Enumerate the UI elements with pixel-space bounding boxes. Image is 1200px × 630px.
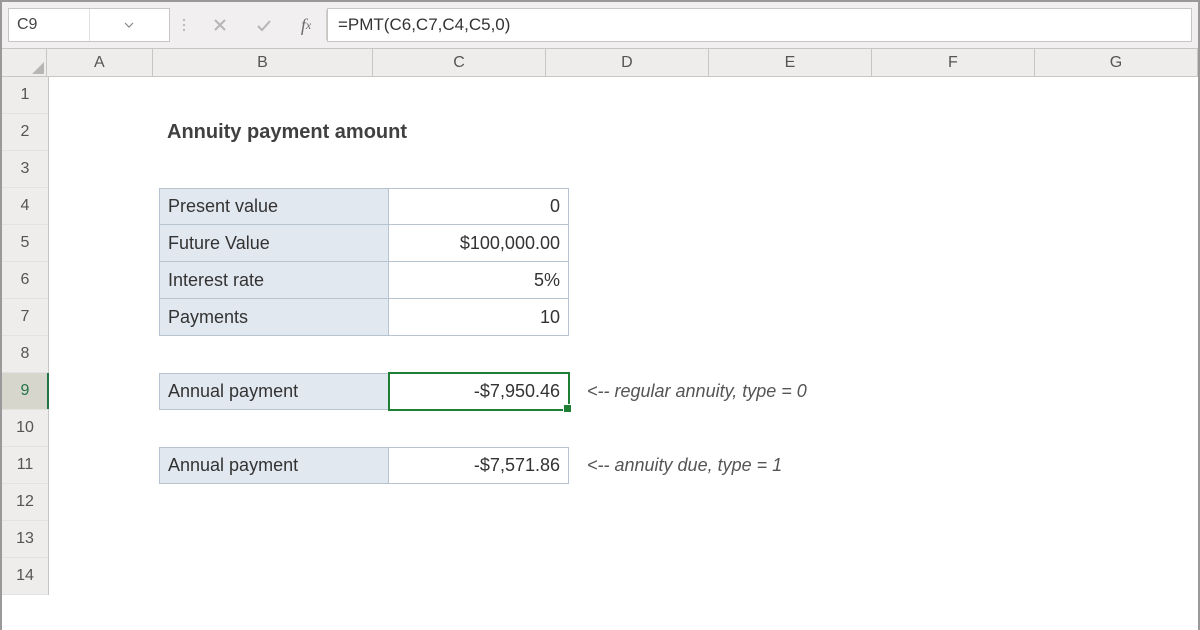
row-header-14[interactable]: 14 — [2, 558, 48, 595]
app-root: { "nameBox": "C9", "formula": "=PMT(C6,C… — [0, 0, 1200, 630]
formula-bar: C9 fx =PMT(C6,C7,C4,C5,0) — [2, 2, 1198, 49]
col-header-E[interactable]: E — [709, 49, 872, 76]
cell-b4[interactable]: Present value — [159, 188, 389, 225]
row-header-2[interactable]: 2 — [2, 114, 48, 151]
cell-b5[interactable]: Future Value — [159, 225, 389, 262]
cell-b9[interactable]: Annual payment — [159, 373, 389, 410]
row-header-4[interactable]: 4 — [2, 188, 48, 225]
name-box[interactable]: C9 — [8, 8, 170, 42]
col-header-A[interactable]: A — [47, 49, 153, 76]
cell-c5[interactable]: $100,000.00 — [389, 225, 569, 262]
cell-c6[interactable]: 5% — [389, 262, 569, 299]
cell-b7[interactable]: Payments — [159, 299, 389, 336]
col-header-F[interactable]: F — [872, 49, 1035, 76]
row-header-11[interactable]: 11 — [2, 447, 48, 484]
cell-c9[interactable]: -$7,950.46 — [389, 373, 569, 410]
cell-b6[interactable]: Interest rate — [159, 262, 389, 299]
enter-icon[interactable] — [242, 2, 286, 48]
select-all-corner[interactable] — [2, 49, 47, 76]
cell-title[interactable]: Annuity payment amount — [159, 114, 569, 151]
row-header-13[interactable]: 13 — [2, 521, 48, 558]
row-header-5[interactable]: 5 — [2, 225, 48, 262]
cell-d9-note[interactable]: <-- regular annuity, type = 0 — [579, 373, 919, 410]
col-header-D[interactable]: D — [546, 49, 709, 76]
name-box-dropdown[interactable] — [89, 9, 170, 41]
column-headers: A B C D E F G — [2, 49, 1198, 77]
col-header-G[interactable]: G — [1035, 49, 1198, 76]
name-box-text: C9 — [9, 16, 89, 34]
col-header-C[interactable]: C — [373, 49, 546, 76]
row-header-1[interactable]: 1 — [2, 77, 48, 114]
row-header-9[interactable]: 9 — [2, 373, 48, 410]
row-header-8[interactable]: 8 — [2, 336, 48, 373]
cell-d11-note[interactable]: <-- annuity due, type = 1 — [579, 447, 919, 484]
cells-layer: Annuity payment amount Present value 0 F… — [49, 77, 1198, 630]
row-headers: 1 2 3 4 5 6 7 8 9 10 11 12 13 14 — [2, 77, 49, 595]
formula-input[interactable]: =PMT(C6,C7,C4,C5,0) — [327, 8, 1192, 42]
cell-c4[interactable]: 0 — [389, 188, 569, 225]
cell-c7[interactable]: 10 — [389, 299, 569, 336]
formula-bar-buttons: fx — [198, 2, 326, 48]
cell-b11[interactable]: Annual payment — [159, 447, 389, 484]
formula-bar-spacer — [170, 2, 198, 48]
cell-c11[interactable]: -$7,571.86 — [389, 447, 569, 484]
fx-icon[interactable]: fx — [286, 15, 326, 36]
col-header-B[interactable]: B — [153, 49, 374, 76]
spreadsheet-grid[interactable]: A B C D E F G 1 2 3 4 5 6 7 8 9 10 11 12… — [2, 49, 1198, 630]
row-header-7[interactable]: 7 — [2, 299, 48, 336]
row-header-12[interactable]: 12 — [2, 484, 48, 521]
row-header-10[interactable]: 10 — [2, 410, 48, 447]
cancel-icon[interactable] — [198, 2, 242, 48]
row-header-6[interactable]: 6 — [2, 262, 48, 299]
row-header-3[interactable]: 3 — [2, 151, 48, 188]
